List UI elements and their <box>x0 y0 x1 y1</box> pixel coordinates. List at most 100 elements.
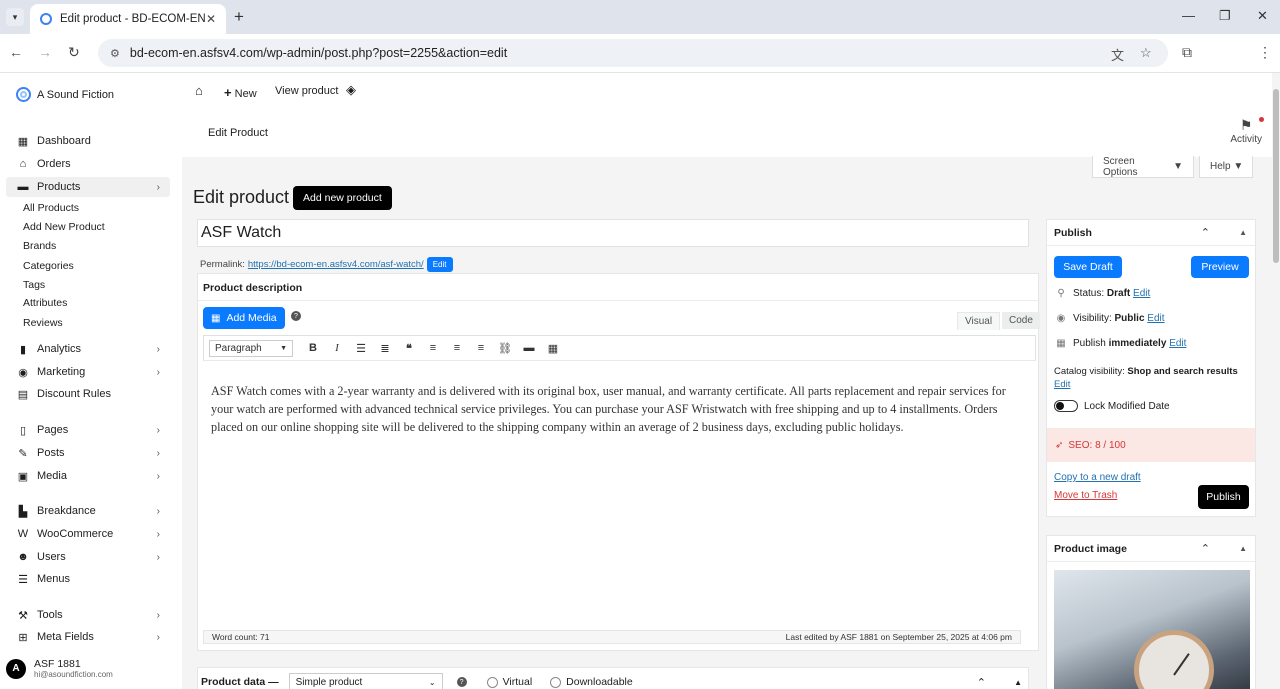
align-left-icon[interactable]: ≡ <box>421 342 445 354</box>
sidebar-item-analytics[interactable]: ▮ Analytics › <box>6 339 170 359</box>
submenu-brands[interactable]: Brands <box>23 240 56 252</box>
sidebar-item-discount-rules[interactable]: ▤ Discount Rules <box>6 384 170 404</box>
tab-visual[interactable]: Visual <box>957 312 1001 330</box>
move-to-trash-link[interactable]: Move to Trash <box>1054 490 1117 501</box>
bullet-list-icon[interactable]: ☰ <box>349 342 373 355</box>
new-button[interactable]: + New <box>224 85 257 100</box>
lock-modified-toggle[interactable] <box>1054 400 1078 412</box>
close-window-icon[interactable]: ✕ <box>1257 8 1268 24</box>
blockquote-icon[interactable]: ❝ <box>397 342 421 355</box>
new-tab-icon[interactable]: + <box>234 7 244 27</box>
submenu-tags[interactable]: Tags <box>23 279 45 291</box>
save-draft-button[interactable]: Save Draft <box>1054 256 1122 278</box>
format-select[interactable]: Paragraph ▼ <box>209 339 293 357</box>
collapse-up-icon[interactable]: ⌃ <box>1201 542 1210 555</box>
add-new-product-button[interactable]: Add new product <box>293 186 392 210</box>
sidebar-item-media[interactable]: ▣ Media › <box>6 466 170 486</box>
user-email: hi@asoundfiction.com <box>34 670 113 679</box>
breakdance-icon: ▙ <box>18 505 28 518</box>
permalink-edit-button[interactable]: Edit <box>426 257 453 272</box>
sidebar-item-menus[interactable]: ☰ Menus <box>6 569 170 589</box>
product-image-header[interactable]: Product image ⌃ ▲ <box>1047 536 1255 562</box>
sidebar-item-posts[interactable]: ✎ Posts › <box>6 443 170 463</box>
screen-options-button[interactable]: Screen Options ▼ <box>1092 156 1194 178</box>
submenu-all-products[interactable]: All Products <box>23 202 79 214</box>
publish-header[interactable]: Publish ⌃ ▲ <box>1047 220 1255 246</box>
url-field[interactable]: ⚙ bd-ecom-en.asfsv4.com/wp-admin/post.ph… <box>98 39 1168 67</box>
chevron-right-icon: › <box>156 366 160 378</box>
copy-draft-link[interactable]: Copy to a new draft <box>1054 472 1141 483</box>
help-question-icon[interactable]: ? <box>291 311 301 321</box>
submenu-add-new-product[interactable]: Add New Product <box>23 221 105 233</box>
site-info-icon[interactable]: ⚙ <box>110 47 120 60</box>
tab-code[interactable]: Code <box>1002 312 1040 329</box>
page-scrollbar[interactable] <box>1272 73 1280 689</box>
submenu-categories[interactable]: Categories <box>23 260 74 272</box>
extensions-icon[interactable]: ⧉ <box>1182 44 1192 61</box>
help-button[interactable]: Help ▼ <box>1199 156 1253 178</box>
align-right-icon[interactable]: ≡ <box>469 342 493 354</box>
close-tab-icon[interactable]: ✕ <box>206 12 216 26</box>
browser-tab-active[interactable]: Edit product - BD-ECOM-EN ✕ <box>30 4 226 34</box>
preview-button[interactable]: Preview <box>1191 256 1249 278</box>
flag-icon: ⚑ <box>1230 117 1264 134</box>
italic-icon[interactable]: I <box>325 342 349 354</box>
site-brand[interactable]: A Sound Fiction <box>16 87 114 102</box>
bookmark-star-icon[interactable]: ☆ <box>1140 45 1152 61</box>
browser-menu-icon[interactable]: ⋮ <box>1258 44 1272 61</box>
sidebar-item-tools[interactable]: ⚒ Tools › <box>6 605 170 625</box>
visibility-edit-link[interactable]: Edit <box>1147 313 1164 324</box>
sidebar-item-breakdance[interactable]: ▙ Breakdance › <box>6 501 170 521</box>
read-more-icon[interactable]: ▬ <box>517 342 541 354</box>
move-up-icon[interactable]: ▲ <box>1239 544 1247 553</box>
sidebar-item-marketing[interactable]: ◉ Marketing › <box>6 362 170 382</box>
move-up-icon[interactable]: ▲ <box>1239 228 1247 237</box>
sidebar-item-woocommerce[interactable]: W WooCommerce › <box>6 524 170 544</box>
maximize-icon[interactable]: ❐ <box>1219 8 1231 24</box>
plugin-diamond-icon[interactable]: ◈ <box>346 82 356 98</box>
tab-search-dropdown-icon[interactable]: ▾ <box>6 8 24 26</box>
move-up-icon[interactable]: ▲ <box>1014 678 1022 687</box>
sidebar-item-dashboard[interactable]: ▦ Dashboard <box>6 131 170 151</box>
publish-date-edit-link[interactable]: Edit <box>1169 338 1186 349</box>
catalog-edit-link[interactable]: Edit <box>1054 379 1070 390</box>
home-icon[interactable]: ⌂ <box>195 83 203 98</box>
help-question-icon[interactable]: ? <box>456 677 467 687</box>
woo-icon: W <box>17 528 29 540</box>
publish-button[interactable]: Publish <box>1198 485 1249 509</box>
link-icon[interactable]: ⛓ <box>493 342 517 355</box>
activity-button[interactable]: ⚑ Activity <box>1230 117 1264 145</box>
sidebar-item-products[interactable]: ▬ Products › <box>6 177 170 197</box>
product-type-select[interactable]: Simple product ⌄ <box>288 673 443 689</box>
product-title-input[interactable]: ASF Watch <box>197 219 1029 247</box>
minimize-icon[interactable]: — <box>1182 8 1195 23</box>
sidebar-item-orders[interactable]: ⌂ Orders <box>6 154 170 174</box>
translate-icon[interactable]: 文 <box>1111 45 1124 64</box>
add-media-button[interactable]: ▦ Add Media <box>203 307 285 329</box>
reload-icon[interactable]: ↻ <box>68 44 80 61</box>
numbered-list-icon[interactable]: ≣ <box>373 342 397 355</box>
sidebar-item-meta-fields[interactable]: ⊞ Meta Fields › <box>6 627 170 647</box>
virtual-checkbox[interactable]: Virtual <box>486 676 532 688</box>
collapse-up-icon[interactable]: ⌃ <box>1201 226 1210 239</box>
permalink-url[interactable]: https://bd-ecom-en.asfsv4.com/asf-watch/ <box>248 259 424 270</box>
product-image-thumbnail[interactable] <box>1054 570 1250 689</box>
submenu-reviews[interactable]: Reviews <box>23 317 63 329</box>
user-account[interactable]: A ASF 1881 hi@asoundfiction.com <box>6 658 113 679</box>
align-center-icon[interactable]: ≡ <box>445 342 469 354</box>
submenu-attributes[interactable]: Attributes <box>23 297 67 309</box>
seo-score[interactable]: ➶ SEO: 8 / 100 <box>1047 428 1255 462</box>
forward-icon[interactable]: → <box>38 44 52 60</box>
collapse-up-icon[interactable]: ⌃ <box>977 676 986 689</box>
bold-icon[interactable]: B <box>301 342 325 354</box>
editor-content[interactable]: ASF Watch comes with a 2-year warranty a… <box>211 382 1029 436</box>
downloadable-checkbox[interactable]: Downloadable <box>550 676 633 688</box>
toolbar-toggle-icon[interactable]: ▦ <box>541 342 565 355</box>
back-icon[interactable]: ← <box>9 44 23 60</box>
brand-name: A Sound Fiction <box>37 88 115 101</box>
permalink: Permalink: https://bd-ecom-en.asfsv4.com… <box>200 257 453 272</box>
view-product-link[interactable]: View product <box>275 85 338 97</box>
status-edit-link[interactable]: Edit <box>1133 288 1150 299</box>
sidebar-item-users[interactable]: ☻ Users › <box>6 547 170 567</box>
sidebar-item-pages[interactable]: ▯ Pages › <box>6 420 170 440</box>
